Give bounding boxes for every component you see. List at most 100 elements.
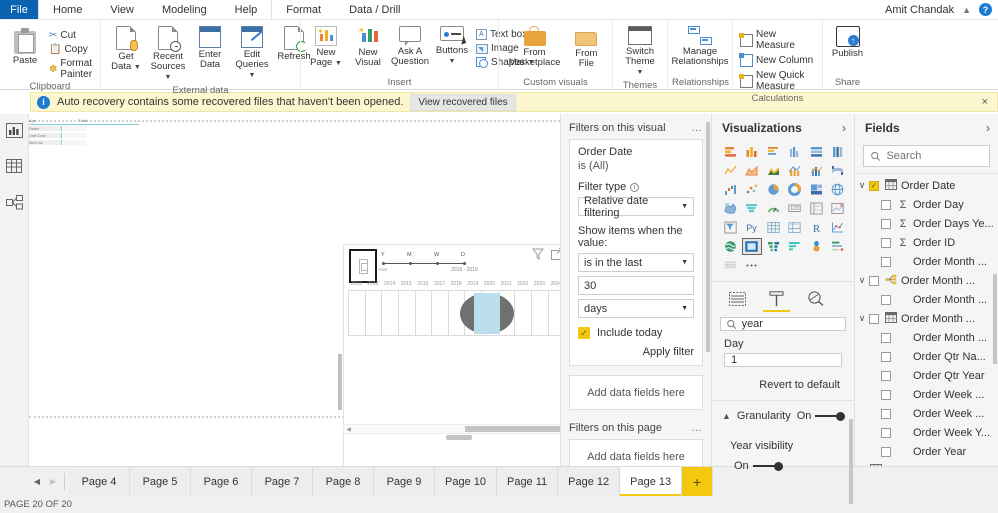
timeline-cell[interactable] (431, 290, 449, 336)
granularity-dot-y[interactable] (382, 262, 385, 265)
page-tab-page-13[interactable]: Page 13 (620, 467, 683, 496)
field-row-14[interactable]: Order Year (855, 442, 998, 461)
field-checkbox[interactable] (881, 370, 891, 381)
field-checkbox[interactable] (881, 351, 891, 362)
fields-search-input[interactable] (886, 150, 982, 162)
chevron-right-icon[interactable]: › (986, 121, 990, 135)
field-checkbox[interactable] (881, 389, 891, 400)
format-search-box[interactable] (720, 317, 846, 331)
viz-type-card[interactable]: 123 (785, 200, 806, 217)
page-tab-page-4[interactable]: Page 4 (69, 467, 130, 496)
year-label[interactable]: 2017 (431, 281, 448, 287)
viz-type-chiclet-slicer[interactable] (806, 238, 827, 255)
timeline-cell[interactable] (514, 290, 533, 336)
more-options-icon[interactable]: … (691, 422, 703, 434)
publish-button[interactable]: ↑ Publish (827, 24, 869, 61)
field-row-1[interactable]: Σ Order Day (855, 195, 998, 214)
recent-sources-button[interactable]: Recent Sources ▼ (147, 24, 189, 85)
viz-type-donut-chart[interactable] (785, 181, 806, 198)
granularity-selector-box[interactable] (349, 249, 377, 283)
viz-type-filled-map[interactable] (720, 200, 741, 217)
viz-type-funnel-chart[interactable] (742, 200, 763, 217)
granularity-toggle[interactable]: On (797, 410, 846, 422)
new-measure-button[interactable]: New Measure (737, 28, 818, 52)
collapse-ribbon-icon[interactable]: ▲ (962, 5, 971, 15)
field-row-7[interactable]: ∨ Order Month ... (855, 309, 998, 328)
viz-type-area-chart[interactable] (742, 162, 763, 179)
page-tab-page-8[interactable]: Page 8 (313, 467, 374, 496)
viz-type-python-visual[interactable]: Py (742, 219, 763, 236)
scroll-track[interactable] (353, 425, 560, 433)
menu-item-data-drill[interactable]: Data / Drill (335, 0, 414, 19)
field-row-6[interactable]: Order Month ... (855, 290, 998, 309)
viz-type-scatter-chart[interactable] (742, 181, 763, 198)
buttons-button[interactable]: Buttons ▼ (431, 24, 473, 69)
year-label[interactable]: 2020 (481, 281, 498, 287)
revert-to-default-button[interactable]: Revert to default (712, 367, 854, 400)
year-label[interactable]: 2024 (548, 281, 560, 287)
amount-input[interactable]: 30 (578, 276, 694, 295)
field-checkbox[interactable] (881, 408, 891, 419)
viz-type-gauge-chart[interactable] (763, 200, 784, 217)
year-label[interactable]: 2019 (464, 281, 481, 287)
page-tab-page-5[interactable]: Page 5 (130, 467, 191, 496)
viz-type-arcgis-maps[interactable] (720, 238, 741, 255)
field-checkbox[interactable]: ✓ (869, 180, 879, 191)
apply-filter-button[interactable]: Apply filter (578, 346, 694, 358)
focus-mode-icon[interactable] (551, 248, 560, 263)
viz-type-timeline-slicer[interactable] (741, 238, 762, 255)
field-checkbox[interactable] (881, 218, 891, 229)
field-checkbox[interactable] (881, 446, 891, 457)
tab-analytics[interactable] (804, 288, 827, 309)
chevron-down-icon[interactable]: ∨ (855, 180, 869, 191)
viz-type-ribbon-chart[interactable] (828, 162, 849, 179)
year-label[interactable]: 2022 (514, 281, 531, 287)
viz-type-horizontal-bar-visual[interactable] (785, 238, 806, 255)
viz-type-clustered-bar-chart[interactable] (763, 143, 784, 160)
field-checkbox[interactable] (881, 237, 891, 248)
menu-item-modeling[interactable]: Modeling (148, 0, 221, 19)
year-label[interactable]: 2018 (448, 281, 465, 287)
manage-relationships-button[interactable]: Manage Relationships (671, 24, 729, 69)
unit-select[interactable]: days ▼ (578, 299, 694, 318)
viz-type-slicer[interactable] (720, 219, 741, 236)
menu-item-format[interactable]: Format (271, 0, 335, 19)
new-page-button[interactable]: ✶ New Page ▼ (305, 24, 347, 71)
year-label[interactable]: 2023 (531, 281, 548, 287)
viz-type-more-visuals[interactable] (742, 257, 763, 274)
viz-type-kpi[interactable] (828, 200, 849, 217)
report-canvas[interactable]: Age Total Sales Unit Cost Item No Y M W … (29, 114, 561, 466)
field-row-9[interactable]: Order Qtr Na... (855, 347, 998, 366)
chevron-down-icon[interactable]: ∨ (855, 313, 869, 324)
visualization-gallery[interactable]: 123 Py R (712, 141, 854, 278)
page-tab-page-7[interactable]: Page 7 (252, 467, 313, 496)
condition-select[interactable]: is in the last ▼ (578, 253, 694, 272)
viz-type-r-script-visual[interactable]: R (806, 219, 827, 236)
timeline-cell[interactable] (348, 290, 366, 336)
viz-type-pie-chart[interactable] (763, 181, 784, 198)
edit-queries-button[interactable]: Edit Queries ▼ (231, 24, 273, 83)
tab-format[interactable] (763, 288, 790, 312)
viz-type-stacked-area-chart[interactable] (763, 162, 784, 179)
granularity-dot-m[interactable] (409, 262, 412, 265)
from-marketplace-button[interactable]: From Marketplace (504, 24, 566, 70)
ask-a-question-button[interactable]: Ask A Question (389, 24, 431, 69)
scroll-thumb[interactable] (464, 426, 560, 432)
visualizations-pane-scrollbar[interactable] (849, 419, 853, 504)
cut-button[interactable]: ✂ Cut (46, 29, 96, 42)
sidebar-item-report-view[interactable] (4, 120, 25, 140)
viz-type-100-stacked-column-chart[interactable] (828, 143, 849, 160)
field-row-0[interactable]: ∨ ✓ Order Date (855, 176, 998, 195)
viz-type-line-clustered-column-chart[interactable] (806, 162, 827, 179)
filter-type-select[interactable]: Relative date filtering ▼ (578, 195, 694, 219)
viz-type-100-stacked-bar-chart[interactable] (806, 143, 827, 160)
field-row-12[interactable]: Order Week ... (855, 404, 998, 423)
page-tab-page-11[interactable]: Page 11 (496, 467, 559, 496)
canvas-vertical-scrollbar[interactable] (338, 354, 342, 410)
question-mark-icon[interactable]: ? (979, 3, 992, 16)
include-today-checkbox[interactable]: ✓ (578, 327, 590, 339)
viz-type-multi-row-card[interactable] (806, 200, 827, 217)
timeline-cell[interactable] (414, 290, 433, 336)
chevron-up-icon[interactable]: ▲ (722, 411, 731, 421)
field-row-10[interactable]: Order Qtr Year (855, 366, 998, 385)
